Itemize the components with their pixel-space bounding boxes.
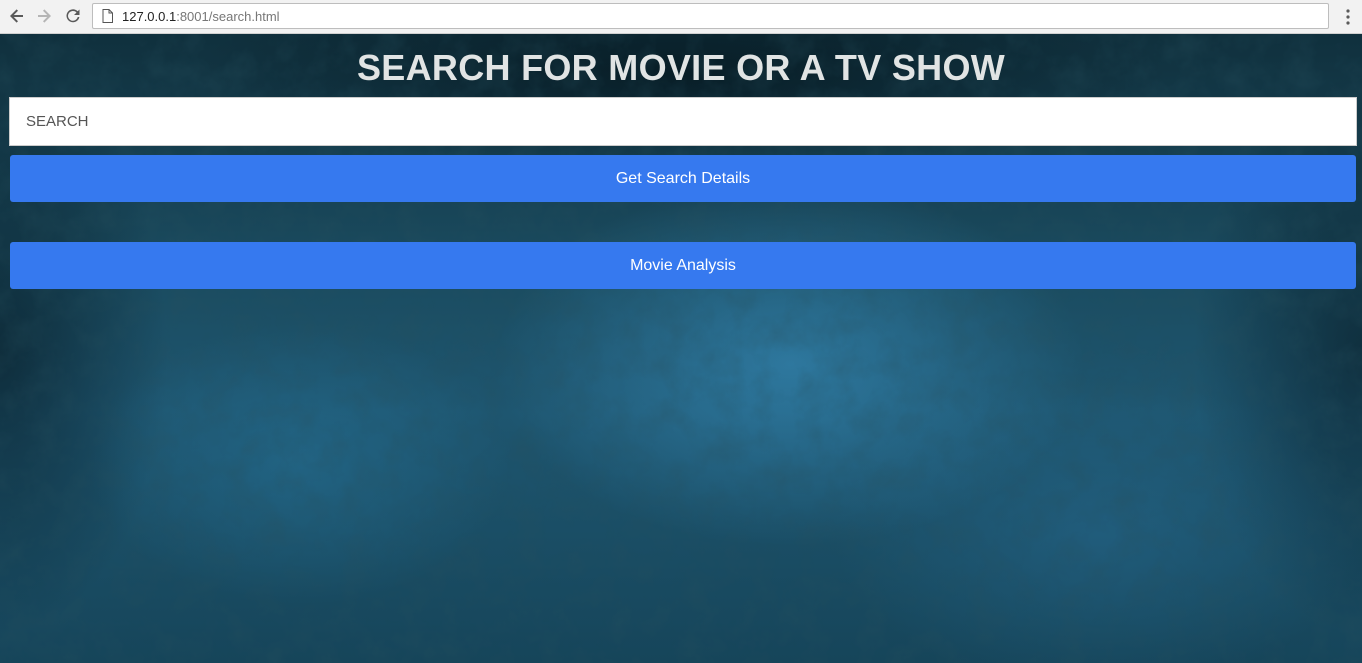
more-vert-icon[interactable] bbox=[1340, 6, 1356, 28]
address-bar[interactable]: 127.0.0.1:8001/search.html bbox=[92, 3, 1329, 29]
browser-toolbar: 127.0.0.1:8001/search.html bbox=[0, 0, 1362, 34]
url-text: 127.0.0.1:8001/search.html bbox=[122, 9, 280, 24]
reload-icon[interactable] bbox=[62, 5, 84, 27]
page-icon bbox=[102, 9, 113, 28]
search-input[interactable] bbox=[9, 97, 1357, 146]
page-content: SEARCH FOR MOVIE OR A TV SHOW Get Search… bbox=[0, 34, 1362, 663]
movie-analysis-button[interactable]: Movie Analysis bbox=[10, 242, 1356, 289]
forward-arrow-icon[interactable] bbox=[33, 5, 55, 27]
get-search-details-button[interactable]: Get Search Details bbox=[10, 155, 1356, 202]
url-path: :8001/search.html bbox=[176, 9, 280, 24]
page-title: SEARCH FOR MOVIE OR A TV SHOW bbox=[356, 47, 1006, 88]
back-arrow-icon[interactable] bbox=[6, 5, 28, 27]
url-host: 127.0.0.1 bbox=[122, 9, 177, 24]
